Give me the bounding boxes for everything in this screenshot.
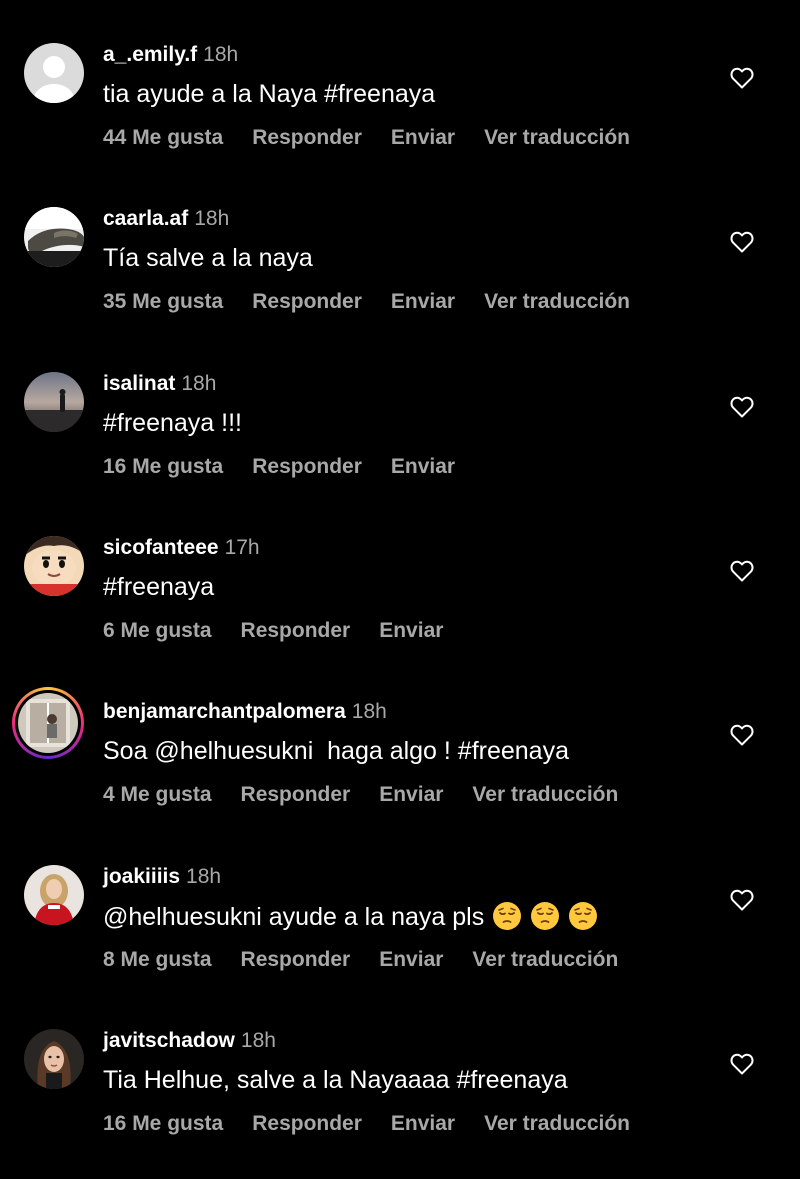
avatar-photo[interactable]	[24, 207, 84, 267]
comment-item: javitschadow 18h Tia Helhue, salve a la N…	[0, 986, 800, 1136]
comment-time: 17h	[224, 536, 260, 559]
photo-avatar-icon	[18, 693, 78, 753]
send-button[interactable]: Enviar	[379, 619, 443, 642]
send-button[interactable]: Enviar	[391, 290, 455, 313]
likes-count-button[interactable]: 35 Me gusta	[103, 290, 223, 313]
comment-time: 18h	[240, 1029, 276, 1052]
comment-time: 18h	[203, 43, 239, 66]
send-button[interactable]: Enviar	[379, 948, 443, 971]
avatar-ring-gap	[15, 690, 81, 756]
comment-item: a_.emily.f 18h tia ayude a la Naya #freen…	[0, 0, 800, 150]
likes-count-button[interactable]: 6 Me gusta	[103, 619, 212, 642]
reply-button[interactable]: Responder	[241, 948, 351, 971]
send-button[interactable]: Enviar	[391, 126, 455, 149]
avatar-photo[interactable]	[24, 865, 84, 925]
comment-text: #freenaya	[103, 573, 215, 601]
avatar-story-ring[interactable]	[12, 687, 84, 759]
send-button[interactable]: Enviar	[391, 1112, 455, 1135]
reply-button[interactable]: Responder	[252, 455, 362, 478]
heart-outline-icon[interactable]	[730, 231, 754, 253]
send-button[interactable]: Enviar	[391, 455, 455, 478]
reply-button[interactable]: Responder	[241, 619, 351, 642]
cartoon-avatar-icon	[24, 536, 84, 596]
comment-header: a_.emily.f 18h	[103, 43, 238, 67]
likes-count-button[interactable]: 8 Me gusta	[103, 948, 212, 971]
comment-actions: 4 Me gusta Responder Enviar Ver traducción	[103, 783, 647, 807]
translate-button[interactable]: Ver traducción	[472, 948, 618, 971]
comment-text: @helhuesukni ayude a la naya pls	[103, 903, 485, 931]
heart-outline-icon[interactable]	[730, 67, 754, 89]
translate-button[interactable]: Ver traducción	[472, 783, 618, 806]
heart-outline-icon[interactable]	[730, 724, 754, 746]
heart-outline-icon[interactable]	[730, 1053, 754, 1075]
comment-actions: 44 Me gusta Responder Enviar Ver traducción	[103, 126, 659, 150]
comment-item: caarla.af 18h Tía salve a la naya 35 Me g…	[0, 164, 800, 314]
comment-time: 18h	[186, 865, 222, 888]
comment-text: Tía salve a la naya	[103, 244, 313, 272]
comment-time: 18h	[194, 207, 230, 230]
pensive-face-emoji-icon	[531, 902, 560, 930]
comment-username[interactable]: isalinat	[103, 372, 175, 395]
comment-actions: 6 Me gusta Responder Enviar	[103, 619, 472, 643]
reply-button[interactable]: Responder	[241, 783, 351, 806]
comment-username[interactable]: caarla.af	[103, 207, 188, 230]
comment-actions: 35 Me gusta Responder Enviar Ver traducción	[103, 290, 659, 314]
heart-outline-icon[interactable]	[730, 396, 754, 418]
likes-count-button[interactable]: 4 Me gusta	[103, 783, 212, 806]
translate-button[interactable]: Ver traducción	[484, 126, 630, 149]
comment-header: caarla.af 18h	[103, 207, 229, 231]
comment-item: joakiiiis 18h @helhuesukni ayude a la nay…	[0, 822, 800, 972]
pensive-face-emoji-icon	[493, 902, 522, 930]
comment-header: javitschadow 18h	[103, 1029, 276, 1053]
comment-header: benjamarchantpalomera 18h	[103, 700, 387, 724]
pensive-face-emoji-icon	[569, 902, 598, 930]
comment-username[interactable]: benjamarchantpalomera	[103, 700, 346, 723]
comment-item: isalinat 18h #freenaya !!! 16 Me gusta Res…	[0, 329, 800, 479]
comment-header: joakiiiis 18h	[103, 865, 221, 889]
likes-count-button[interactable]: 16 Me gusta	[103, 1112, 223, 1135]
likes-count-button[interactable]: 44 Me gusta	[103, 126, 223, 149]
comment-text-container: @helhuesukni ayude a la naya pls	[103, 901, 598, 932]
comment-time: 18h	[351, 700, 387, 723]
comment-header: isalinat 18h	[103, 372, 216, 396]
comment-text: #freenaya !!!	[103, 409, 242, 437]
comment-time: 18h	[181, 372, 217, 395]
comment-text: Tia Helhue, salve a la Nayaaaa #freenaya	[103, 1066, 568, 1094]
translate-button[interactable]: Ver traducción	[484, 290, 630, 313]
photo-avatar-icon	[24, 207, 84, 267]
default-avatar-icon	[24, 43, 84, 103]
reply-button[interactable]: Responder	[252, 126, 362, 149]
comment-username[interactable]: sicofanteee	[103, 536, 219, 559]
comment-header: sicofanteee 17h	[103, 536, 260, 560]
likes-count-button[interactable]: 16 Me gusta	[103, 455, 223, 478]
avatar-image	[18, 693, 78, 753]
avatar-cartoon[interactable]	[24, 536, 84, 596]
reply-button[interactable]: Responder	[252, 290, 362, 313]
comment-text: tia ayude a la Naya #freenaya	[103, 80, 436, 108]
heart-outline-icon[interactable]	[730, 889, 754, 911]
comment-actions: 16 Me gusta Responder Enviar	[103, 455, 484, 479]
comment-text: Soa @helhuesukni haga algo ! #freenaya	[103, 737, 569, 765]
reply-button[interactable]: Responder	[252, 1112, 362, 1135]
comment-username[interactable]: a_.emily.f	[103, 43, 197, 66]
comment-username[interactable]: joakiiiis	[103, 865, 180, 888]
comment-actions: 8 Me gusta Responder Enviar Ver traducción	[103, 948, 647, 972]
translate-button[interactable]: Ver traducción	[484, 1112, 630, 1135]
avatar-default[interactable]	[24, 43, 84, 103]
photo-avatar-icon	[24, 372, 84, 432]
avatar-photo[interactable]	[24, 1029, 84, 1089]
comment-actions: 16 Me gusta Responder Enviar Ver traducción	[103, 1112, 659, 1136]
comment-item: sicofanteee 17h #freenaya 6 Me gusta Respo…	[0, 493, 800, 643]
heart-outline-icon[interactable]	[730, 560, 754, 582]
comment-item: benjamarchantpalomera 18h Soa @helhuesukn…	[0, 657, 800, 807]
photo-avatar-icon	[24, 865, 84, 925]
avatar-photo[interactable]	[24, 372, 84, 432]
photo-avatar-icon	[24, 1029, 84, 1089]
send-button[interactable]: Enviar	[379, 783, 443, 806]
comment-username[interactable]: javitschadow	[103, 1029, 235, 1052]
